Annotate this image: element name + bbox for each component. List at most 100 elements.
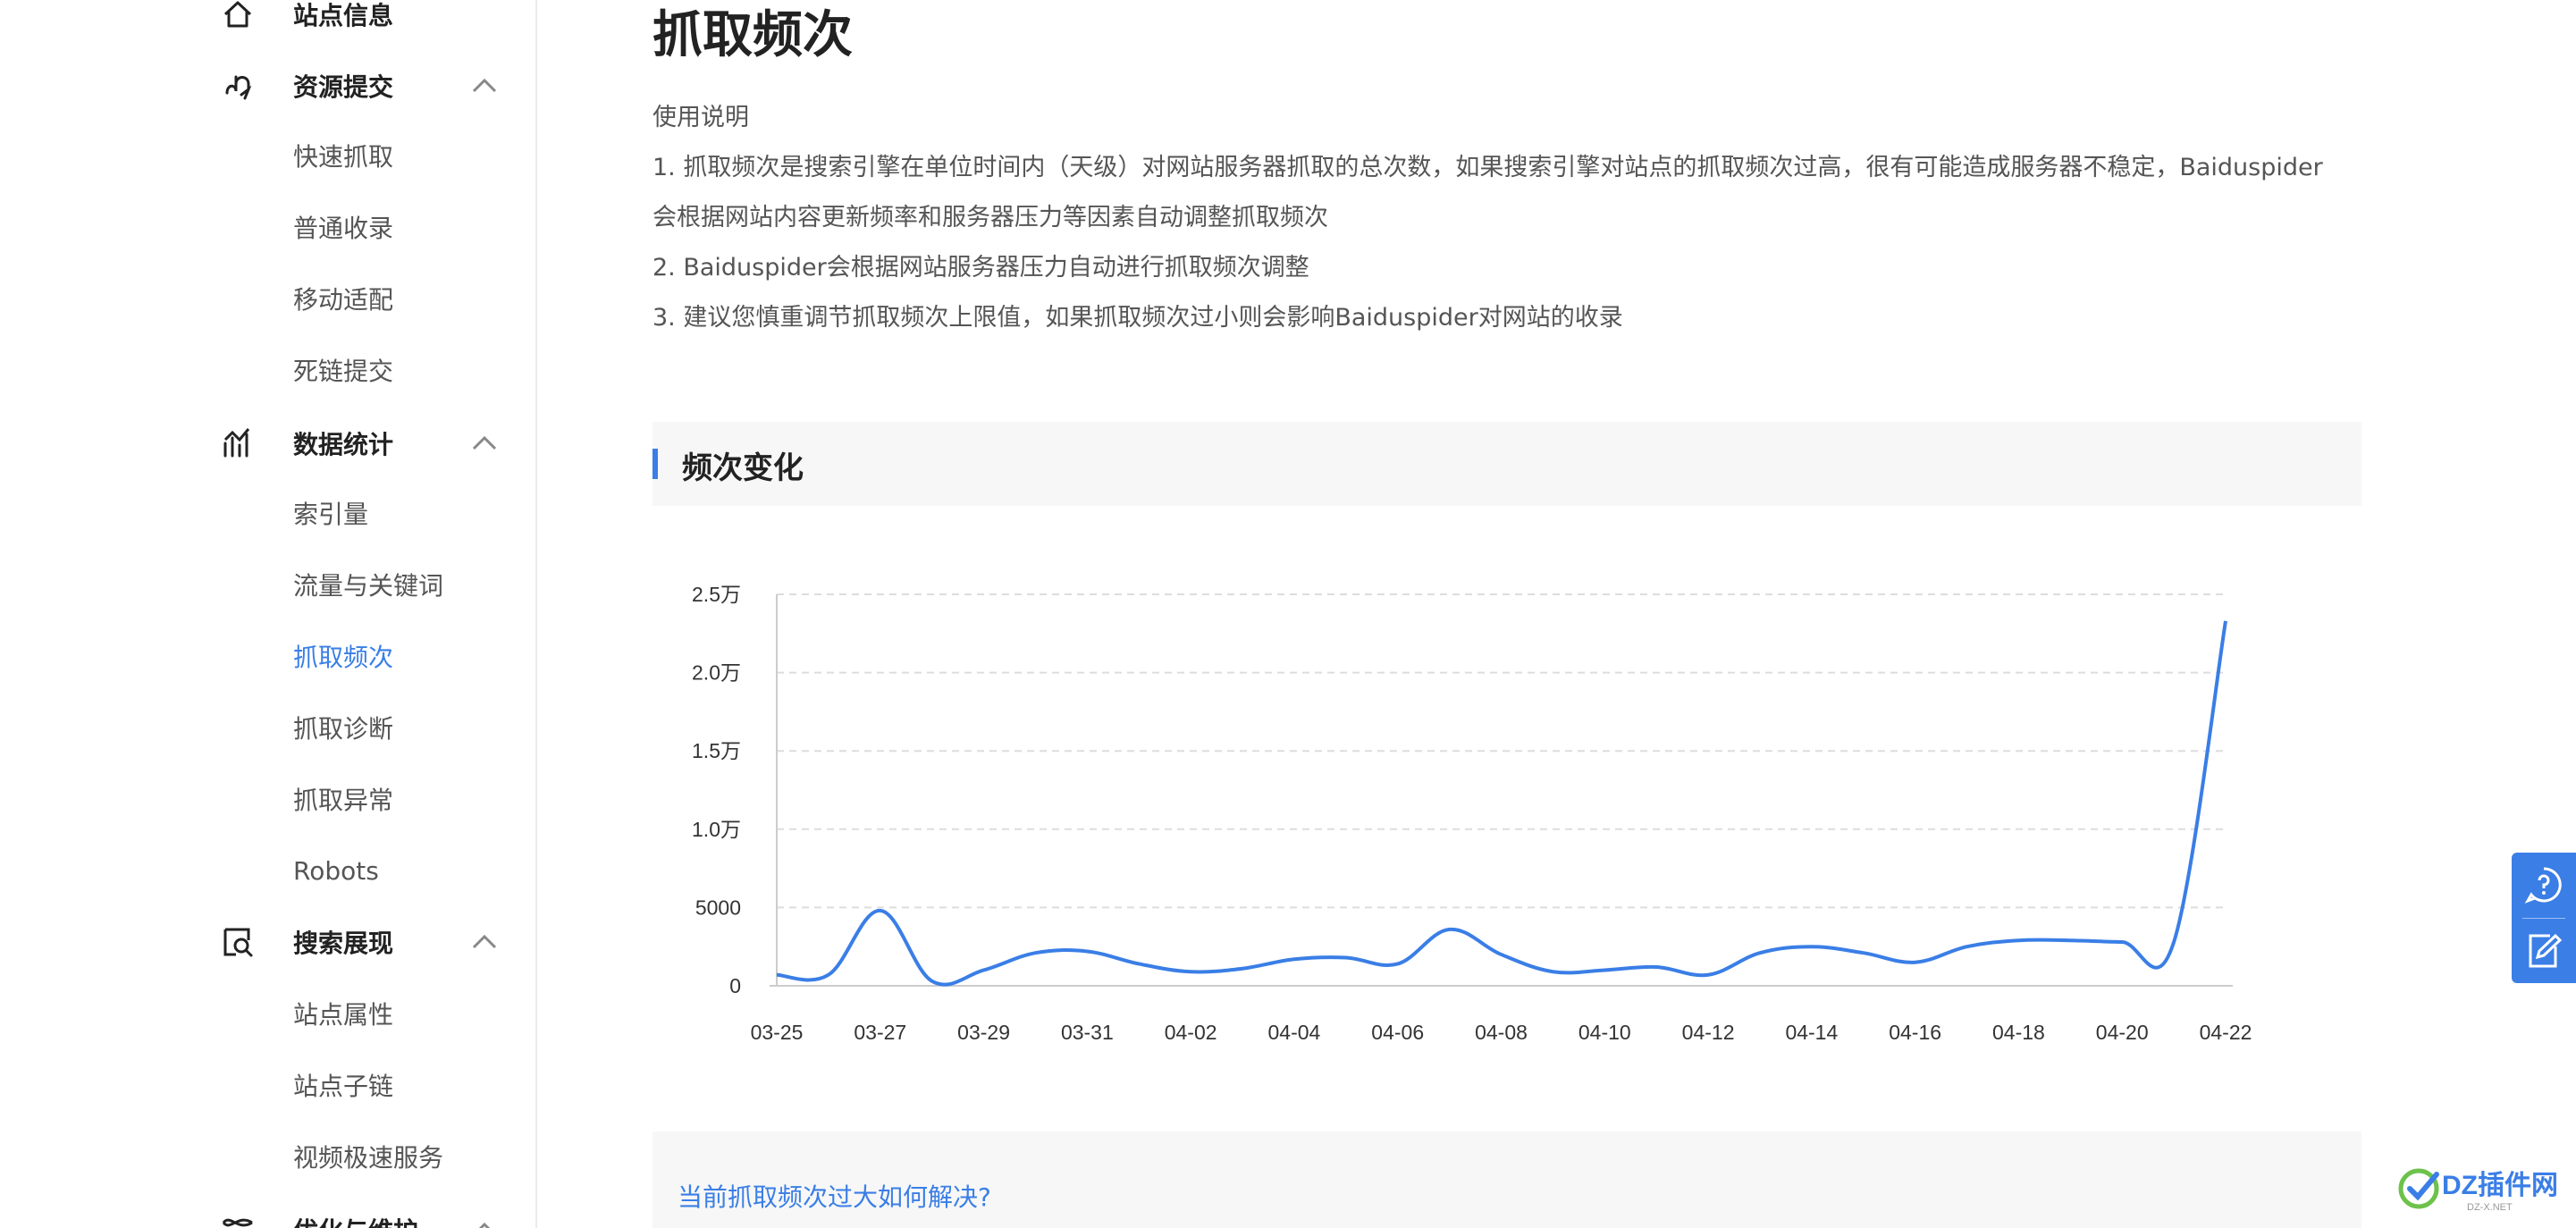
sidebar-item-video-service[interactable]: 视频极速服务 xyxy=(0,1128,536,1185)
sidebar-item-site-info[interactable]: 站点信息 xyxy=(0,0,536,43)
sidebar-item-robots[interactable]: Robots xyxy=(0,842,536,899)
sidebar-item-index-volume[interactable]: 索引量 xyxy=(0,484,536,542)
sidebar-item-label: 快速抓取 xyxy=(293,142,394,172)
chevron-up-icon[interactable] xyxy=(470,431,499,456)
sidebar-item-crawl-frequency[interactable]: 抓取频次 xyxy=(0,627,536,685)
data-point xyxy=(1550,969,1555,974)
usage-line: 3. 建议您慎重调节抓取频次上限值，如果抓取频次过小则会影响Baiduspide… xyxy=(652,304,1623,332)
x-tick-label: 04-06 xyxy=(1371,1021,1424,1044)
sidebar-item-label: Robots xyxy=(293,855,379,886)
y-tick-label: 2.0万 xyxy=(692,661,741,685)
data-point xyxy=(826,972,831,978)
resource-submit-icon xyxy=(225,75,252,100)
sidebar-group-optimize[interactable]: 优化与维护 xyxy=(0,1201,536,1228)
feedback-button[interactable] xyxy=(2512,919,2576,983)
data-point xyxy=(2016,938,2021,943)
x-tick-label: 04-04 xyxy=(1268,1021,1321,1044)
sidebar-item-crawl-errors[interactable]: 抓取异常 xyxy=(0,770,536,828)
question-chat-icon xyxy=(2524,867,2562,904)
sidebar-item-dead-link[interactable]: 死链提交 xyxy=(0,341,536,399)
sidebar-item-label: 站点信息 xyxy=(293,1,394,30)
section-header: 频次变化 xyxy=(652,422,2361,506)
sidebar-item-label: 视频极速服务 xyxy=(293,1143,444,1173)
chevron-up-icon[interactable] xyxy=(470,1217,499,1228)
data-point xyxy=(1395,961,1401,966)
sidebar-item-label: 死链提交 xyxy=(293,357,394,386)
data-point xyxy=(1965,944,1970,949)
sidebar-group-data-stats[interactable]: 数据统计 xyxy=(0,415,536,472)
series-line xyxy=(776,620,2227,987)
sidebar-group-label: 优化与维护 xyxy=(293,1212,418,1228)
section-accent-bar xyxy=(652,449,658,479)
x-tick-label: 04-12 xyxy=(1682,1021,1735,1044)
sidebar-item-fast-crawl[interactable]: 快速抓取 xyxy=(0,127,536,184)
data-point xyxy=(774,972,779,978)
x-tick-label: 04-02 xyxy=(1165,1021,1217,1044)
chevron-up-icon[interactable] xyxy=(470,73,499,98)
section-title: 频次变化 xyxy=(682,450,804,486)
faq-link[interactable]: 当前抓取频次过大如何解决? xyxy=(678,1178,991,1214)
sidebar-item-crawl-diagnosis[interactable]: 抓取诊断 xyxy=(0,699,536,756)
x-tick-label: 04-22 xyxy=(2200,1021,2252,1044)
sidebar-group-label: 资源提交 xyxy=(293,72,394,102)
sidebar-item-label: 索引量 xyxy=(293,500,369,529)
chevron-up-icon[interactable] xyxy=(470,929,499,955)
data-point xyxy=(1861,950,1866,955)
data-point xyxy=(2223,618,2228,624)
data-point xyxy=(981,967,987,972)
data-point xyxy=(1809,944,1814,949)
data-point xyxy=(2067,938,2073,943)
sidebar-item-mobile-adapt[interactable]: 移动适配 xyxy=(0,270,536,327)
sidebar-item-label: 流量与关键词 xyxy=(293,571,444,601)
sidebar-item-site-sublinks[interactable]: 站点子链 xyxy=(0,1056,536,1114)
floating-help-panel xyxy=(2512,853,2576,983)
sidebar-item-label: 站点属性 xyxy=(293,1000,394,1030)
x-tick-label: 03-31 xyxy=(1061,1021,1114,1044)
y-tick-label: 0 xyxy=(729,974,741,997)
data-point xyxy=(1084,948,1090,954)
x-tick-label: 04-14 xyxy=(1785,1021,1838,1044)
y-tick-label: 5000 xyxy=(695,896,741,919)
data-point xyxy=(1188,969,1193,974)
crawl-frequency-chart[interactable]: 0 5000 1.0万 1.5万 2.0万 2.5万 03-25 03-27 03-29 03-3… xyxy=(652,554,2361,1055)
data-point xyxy=(930,979,935,984)
data-point xyxy=(1705,972,1711,978)
sidebar-group-search-display[interactable]: 搜索展现 xyxy=(0,913,536,971)
watermark-subtext: DZ-X.NET xyxy=(2467,1202,2513,1213)
sidebar-group-label: 搜索展现 xyxy=(293,929,394,958)
sidebar-group-label: 数据统计 xyxy=(293,430,394,459)
sidebar: 站点信息 资源提交 快速抓取 普通收录 移动适配 死链提交 数据统计 索引量 流… xyxy=(0,0,537,1228)
data-point xyxy=(1240,966,1245,971)
y-tick-label: 1.5万 xyxy=(692,739,741,762)
data-point xyxy=(1032,950,1038,955)
optimize-icon xyxy=(222,1218,253,1227)
x-tick-label: 04-10 xyxy=(1578,1021,1631,1044)
y-tick-label: 2.5万 xyxy=(692,583,741,606)
data-point xyxy=(1913,960,1918,965)
sidebar-group-resource-submit[interactable]: 资源提交 xyxy=(0,57,536,114)
x-tick-label: 03-29 xyxy=(957,1021,1010,1044)
feedback-edit-icon xyxy=(2529,933,2563,968)
usage-line: 会根据网站内容更新频率和服务器压力等因素自动调整抓取频次 xyxy=(652,204,1328,231)
data-point xyxy=(1447,927,1452,932)
sidebar-item-label: 抓取诊断 xyxy=(293,714,394,744)
page-title: 抓取频次 xyxy=(652,6,853,64)
data-point xyxy=(2171,939,2176,945)
data-point xyxy=(2119,939,2125,945)
x-tick-label: 04-08 xyxy=(1475,1021,1528,1044)
data-point xyxy=(1292,956,1297,962)
sidebar-item-label: 抓取异常 xyxy=(293,786,394,815)
sidebar-item-site-attributes[interactable]: 站点属性 xyxy=(0,985,536,1042)
sidebar-item-label: 抓取频次 xyxy=(293,643,394,672)
sidebar-item-label: 普通收录 xyxy=(293,214,394,243)
data-point xyxy=(1757,950,1763,955)
help-button[interactable] xyxy=(2512,853,2576,917)
data-point xyxy=(1499,952,1504,957)
sidebar-item-traffic-keywords[interactable]: 流量与关键词 xyxy=(0,556,536,613)
faq-box: 当前抓取频次过大如何解决? xyxy=(652,1131,2361,1228)
usage-line: 1. 抓取频次是搜索引擎在单位时间内（天级）对网站服务器抓取的总次数，如果搜索引… xyxy=(652,154,2323,181)
usage-title: 使用说明 xyxy=(652,104,749,131)
sidebar-item-normal-index[interactable]: 普通收录 xyxy=(0,198,536,256)
data-point xyxy=(1343,955,1349,960)
chart-stats-icon xyxy=(223,428,250,458)
